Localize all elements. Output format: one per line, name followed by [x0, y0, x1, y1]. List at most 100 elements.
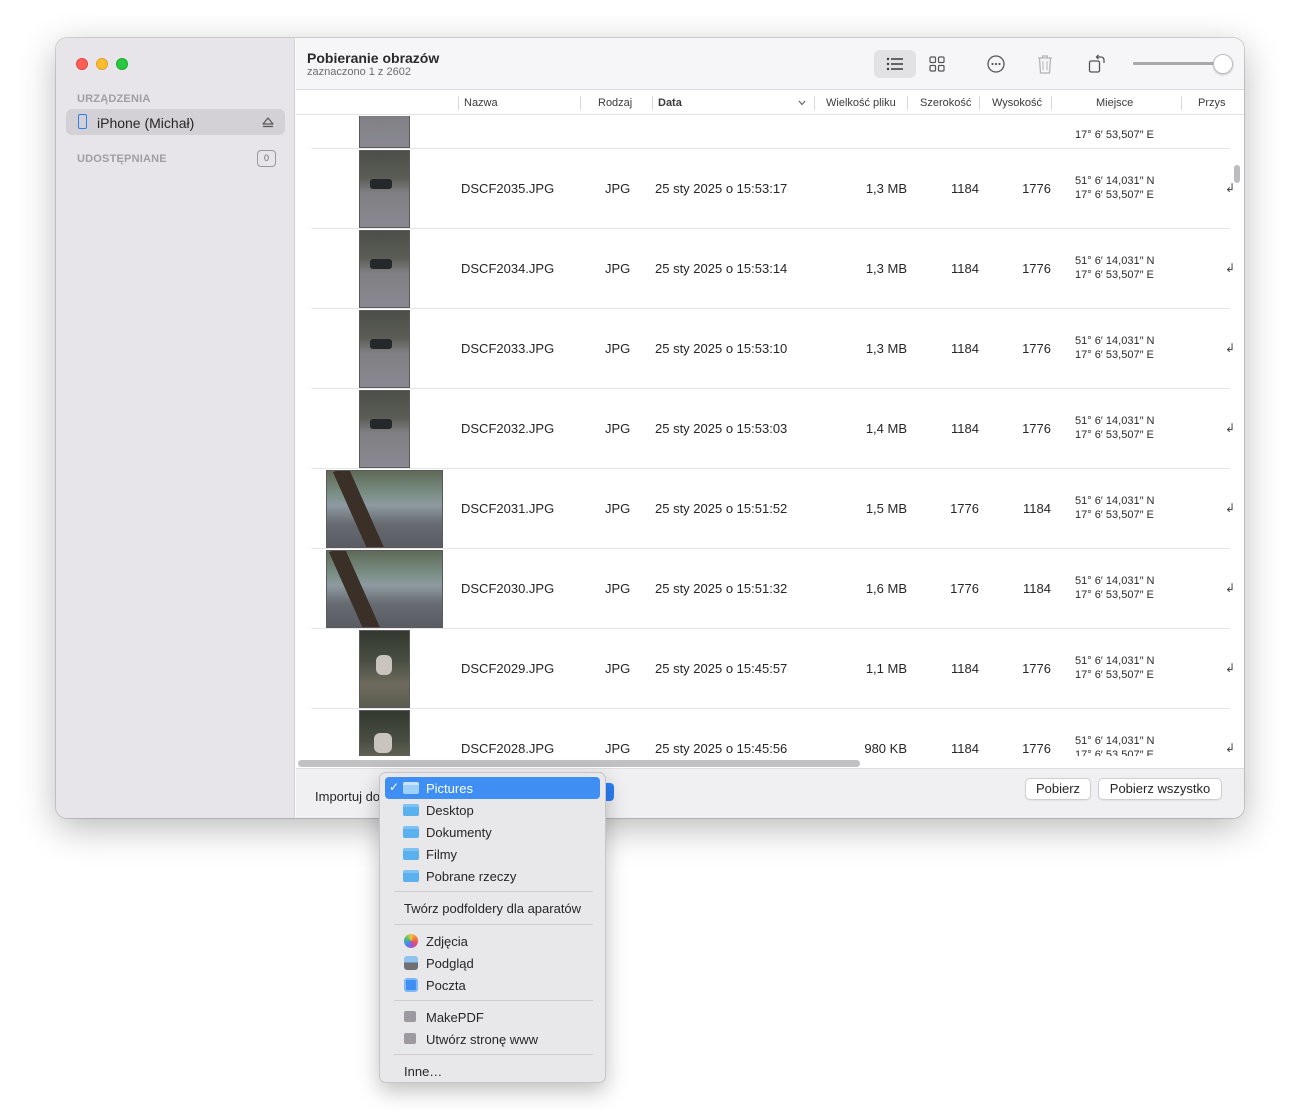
- extra-cell: ↲: [1225, 501, 1236, 515]
- menu-item-photos[interactable]: Zdjęcia: [385, 930, 600, 952]
- folder-icon: [403, 782, 419, 794]
- trash-icon: [1038, 55, 1052, 74]
- list-icon: [886, 57, 903, 71]
- location-cell: 51° 6′ 14,031″ N 17° 6′ 53,507″ E: [1075, 735, 1155, 756]
- column-header-name[interactable]: Nazwa: [464, 97, 498, 109]
- height-cell: 1776: [1022, 261, 1051, 276]
- column-separator: [1181, 96, 1182, 110]
- table-row[interactable]: DSCF2033.JPG JPG 25 sty 2025 o 15:53:10 …: [311, 309, 1235, 389]
- grid-view-button[interactable]: [916, 50, 958, 78]
- location-cell: 51° 6′ 14,031″ N 17° 6′ 53,507″ E: [1075, 495, 1155, 521]
- vertical-scrollbar[interactable]: [1234, 165, 1240, 183]
- menu-separator: [394, 1054, 593, 1055]
- automator-icon: [404, 1033, 416, 1044]
- menu-item-desktop[interactable]: Desktop: [385, 799, 600, 821]
- delete-button[interactable]: [1024, 50, 1066, 78]
- table-row[interactable]: DSCF2035.JPG JPG 25 sty 2025 o 15:53:17 …: [311, 149, 1235, 229]
- column-separator: [979, 96, 980, 110]
- menu-item-makepdf[interactable]: MakePDF: [385, 1006, 600, 1028]
- menu-item-movies[interactable]: Filmy: [385, 843, 600, 865]
- location-cell: 51° 6′ 14,031″ N 17° 6′ 53,507″ E: [1075, 335, 1155, 361]
- import-destination-menu: ✓ Pictures Desktop Dokumenty Filmy Pobra…: [379, 772, 606, 1083]
- menu-separator: [394, 891, 593, 892]
- menu-separator: [394, 924, 593, 925]
- extra-cell: ↲: [1225, 661, 1236, 675]
- iphone-icon: [78, 114, 87, 129]
- photos-app-icon: [404, 934, 418, 948]
- height-cell: 1776: [1022, 661, 1051, 676]
- column-separator: [580, 96, 581, 110]
- image-capture-window: URZĄDZENIA iPhone (Michał) UDOSTĘPNIANE …: [56, 38, 1244, 818]
- table-row[interactable]: 17° 6′ 53,507″ E: [311, 116, 1230, 149]
- menu-item-preview[interactable]: Podgląd: [385, 952, 600, 974]
- checkmark-icon: ✓: [389, 780, 400, 794]
- menu-item-documents[interactable]: Dokumenty: [385, 821, 600, 843]
- location-cell: 17° 6′ 53,507″ E: [1075, 129, 1154, 141]
- sidebar: URZĄDZENIA iPhone (Michał) UDOSTĘPNIANE …: [56, 38, 295, 818]
- shared-count-badge: 0: [257, 150, 276, 167]
- grid-icon: [929, 56, 945, 72]
- column-header-extra[interactable]: Przys: [1198, 97, 1226, 109]
- menu-item-pictures[interactable]: ✓ Pictures: [385, 777, 600, 799]
- toolbar: Pobieranie obrazów zaznaczono 1 z 2602: [296, 38, 1244, 90]
- menu-item-camera-subfolders[interactable]: Twórz podfoldery dla aparatów: [385, 897, 600, 919]
- slider-fill: [1133, 62, 1223, 65]
- extra-cell: ↲: [1225, 421, 1236, 435]
- menu-item-mail[interactable]: Poczta: [385, 974, 600, 996]
- table-row[interactable]: DSCF2032.JPG JPG 25 sty 2025 o 15:53:03 …: [311, 389, 1235, 469]
- table-row[interactable]: DSCF2028.JPG JPG 25 sty 2025 o 15:45:56 …: [311, 709, 1235, 756]
- column-separator: [814, 96, 815, 110]
- extra-cell: ↲: [1225, 741, 1236, 755]
- height-cell: 1184: [1023, 581, 1051, 596]
- minimize-button[interactable]: [96, 58, 108, 70]
- mail-app-icon: [404, 978, 418, 992]
- menu-item-downloads[interactable]: Pobrane rzeczy: [385, 865, 600, 887]
- location-cell: 51° 6′ 14,031″ N 17° 6′ 53,507″ E: [1075, 575, 1155, 601]
- main-area: Pobieranie obrazów zaznaczono 1 z 2602 N…: [296, 38, 1244, 818]
- slider-knob[interactable]: [1213, 54, 1233, 74]
- eject-icon[interactable]: [261, 116, 275, 128]
- more-options-button[interactable]: [975, 50, 1017, 78]
- image-list: 17° 6′ 53,507″ E DSCF2035.JPG JPG 25 sty…: [296, 116, 1244, 756]
- import-to-label: Importuj do:: [315, 789, 384, 804]
- height-cell: 1184: [1023, 501, 1051, 516]
- table-row[interactable]: DSCF2030.JPG JPG 25 sty 2025 o 15:51:32 …: [311, 549, 1235, 629]
- folder-icon: [403, 870, 419, 882]
- extra-cell: ↲: [1225, 181, 1236, 195]
- column-separator: [458, 96, 459, 110]
- folder-icon: [403, 848, 419, 860]
- column-header-height[interactable]: Wysokość: [992, 97, 1042, 109]
- column-separator: [907, 96, 908, 110]
- height-cell: 1776: [1022, 421, 1051, 436]
- column-header-width[interactable]: Szerokość: [920, 97, 971, 109]
- download-button[interactable]: Pobierz: [1025, 778, 1091, 800]
- table-row[interactable]: DSCF2031.JPG JPG 25 sty 2025 o 15:51:52 …: [311, 469, 1235, 549]
- table-row[interactable]: DSCF2034.JPG JPG 25 sty 2025 o 15:53:14 …: [311, 229, 1235, 309]
- horizontal-scrollbar[interactable]: [298, 760, 860, 767]
- column-header-location[interactable]: Miejsce: [1096, 97, 1133, 109]
- table-row[interactable]: DSCF2029.JPG JPG 25 sty 2025 o 15:45:57 …: [311, 629, 1235, 709]
- column-header-size[interactable]: Wielkość pliku: [826, 97, 896, 109]
- list-view-button[interactable]: [874, 50, 916, 78]
- sidebar-item-iphone[interactable]: iPhone (Michał): [66, 109, 285, 135]
- location-cell: 51° 6′ 14,031″ N 17° 6′ 53,507″ E: [1075, 175, 1155, 201]
- window-title: Pobieranie obrazów: [307, 50, 440, 66]
- menu-item-create-webpage[interactable]: Utwórz stronę www: [385, 1028, 600, 1050]
- column-separator: [652, 96, 653, 110]
- automator-icon: [404, 1011, 416, 1022]
- location-cell: 51° 6′ 14,031″ N 17° 6′ 53,507″ E: [1075, 415, 1155, 441]
- extra-cell: ↲: [1225, 261, 1236, 275]
- rotate-button[interactable]: [1076, 50, 1118, 78]
- thumbnail-size-slider[interactable]: [1133, 54, 1233, 74]
- close-button[interactable]: [76, 58, 88, 70]
- column-header-date[interactable]: Data: [658, 97, 682, 109]
- section-shared-heading: UDOSTĘPNIANE: [77, 153, 167, 165]
- zoom-button[interactable]: [116, 58, 128, 70]
- column-separator: [1051, 96, 1052, 110]
- height-cell: 1776: [1022, 341, 1051, 356]
- menu-item-other[interactable]: Inne…: [385, 1060, 600, 1082]
- column-header-kind[interactable]: Rodzaj: [598, 97, 632, 109]
- selection-status: zaznaczono 1 z 2602: [307, 66, 411, 78]
- download-all-button[interactable]: Pobierz wszystko: [1098, 778, 1222, 800]
- sidebar-item-label: iPhone (Michał): [97, 115, 195, 131]
